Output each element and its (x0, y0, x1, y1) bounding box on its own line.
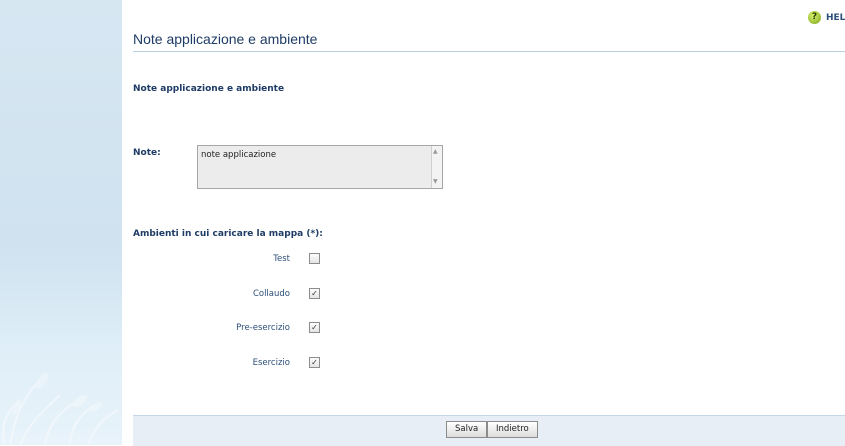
environment-checkbox-pre-esercizio[interactable]: ✓ (309, 322, 320, 333)
environment-row-test: Test (0, 252, 845, 266)
note-value: note applicazione (201, 150, 277, 160)
environment-checkbox-collaudo[interactable]: ✓ (309, 288, 320, 299)
environment-label: Pre-esercizio (236, 323, 290, 333)
grass-decoration (2, 373, 119, 445)
back-button[interactable]: Indietro (487, 421, 538, 438)
section-title: Note applicazione e ambiente (133, 84, 285, 94)
environment-row-pre-esercizio: Pre-esercizio ✓ (0, 321, 845, 335)
note-textarea[interactable]: note applicazione ▲ ▼ (197, 145, 443, 189)
scroll-up-icon[interactable]: ▲ (433, 149, 438, 155)
environment-row-collaudo: Collaudo ✓ (0, 287, 845, 301)
environment-checkbox-test[interactable] (309, 253, 320, 264)
help-link[interactable]: ? HELP (808, 11, 845, 24)
left-decorative-panel (0, 0, 122, 445)
help-icon: ? (808, 11, 821, 24)
page-title: Note applicazione e ambiente (133, 31, 318, 47)
title-divider (133, 51, 845, 52)
note-scrollbar[interactable]: ▲ ▼ (431, 146, 442, 188)
environment-label: Test (273, 254, 290, 264)
environments-label: Ambienti in cui caricare la mappa (*): (133, 229, 323, 239)
environment-checkbox-esercizio[interactable]: ✓ (309, 357, 320, 368)
environment-row-esercizio: Esercizio ✓ (0, 356, 845, 370)
help-label: HELP (826, 12, 845, 23)
note-label: Note: (133, 148, 161, 158)
scroll-down-icon[interactable]: ▼ (433, 179, 438, 185)
environment-label: Esercizio (252, 358, 290, 368)
environment-label: Collaudo (252, 289, 290, 299)
save-button[interactable]: Salva (446, 421, 488, 438)
